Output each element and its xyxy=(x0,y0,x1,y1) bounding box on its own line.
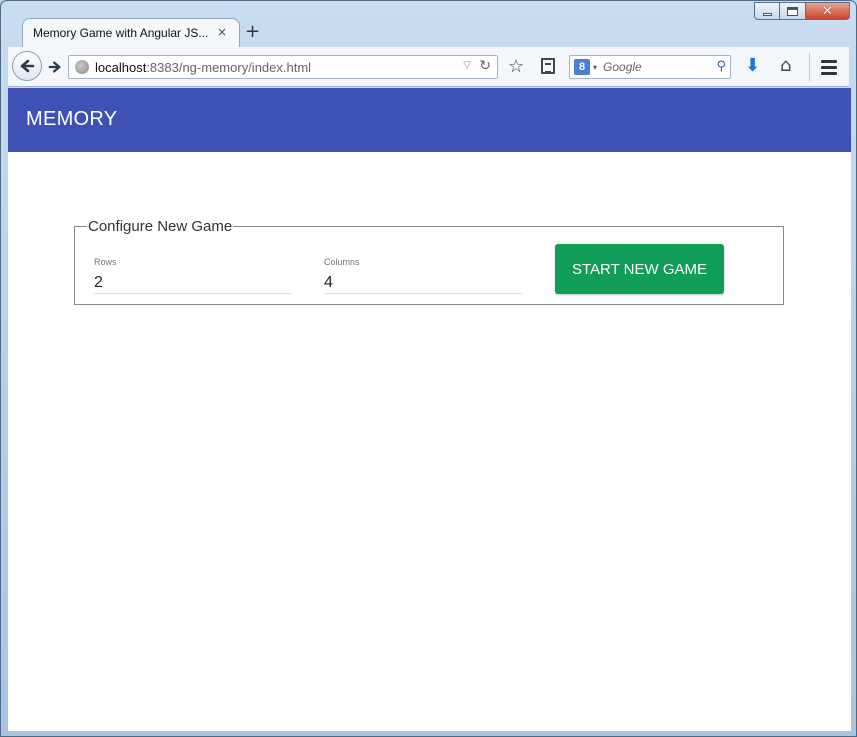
maximize-icon xyxy=(787,6,798,16)
tab-close-icon[interactable]: × xyxy=(217,25,227,39)
search-engine-dropdown-icon[interactable]: ▾ xyxy=(593,63,597,72)
columns-label: Columns xyxy=(324,257,360,267)
hamburger-menu-icon[interactable] xyxy=(821,60,837,78)
close-icon: ✕ xyxy=(822,3,833,19)
url-host: localhost xyxy=(95,59,147,75)
google-search-icon[interactable]: 8 xyxy=(574,59,590,75)
columns-input[interactable] xyxy=(324,270,522,294)
home-icon[interactable]: ⌂ xyxy=(780,55,791,76)
columns-field: Columns xyxy=(324,252,522,294)
tab-title: Memory Game with Angular JS... xyxy=(33,26,209,40)
app-title: MEMORY xyxy=(26,108,118,130)
new-tab-button[interactable]: + xyxy=(245,21,260,42)
url-path: :8383/ng-memory/index.html xyxy=(146,59,312,75)
panel-legend: Configure New Game xyxy=(88,218,233,235)
reading-list-icon[interactable] xyxy=(541,58,555,74)
bookmark-star-icon[interactable]: ☆ xyxy=(508,56,524,77)
search-placeholder: Google xyxy=(603,60,642,74)
tab-strip: Memory Game with Angular JS... × + xyxy=(8,18,849,47)
back-button[interactable] xyxy=(12,51,42,81)
configure-game-panel: Configure New Game Rows Columns START NE… xyxy=(74,218,784,305)
address-bar[interactable]: localhost:8383/ng-memory/index.html ▽ ↻ xyxy=(68,55,498,79)
back-arrow-icon xyxy=(20,59,35,73)
globe-icon xyxy=(75,60,89,74)
navigation-toolbar: localhost:8383/ng-memory/index.html ▽ ↻ … xyxy=(8,47,849,87)
tab-memory-game[interactable]: Memory Game with Angular JS... × xyxy=(22,18,240,47)
rows-field: Rows xyxy=(94,252,292,294)
download-arrow-icon[interactable]: ⬇ xyxy=(745,55,760,76)
forward-arrow-icon xyxy=(48,61,61,73)
magnifier-icon[interactable]: ⚲ xyxy=(716,59,726,74)
search-box[interactable]: 8 ▾ Google ⚲ xyxy=(569,55,731,79)
page-viewport: MEMORY Configure New Game Rows Columns S… xyxy=(8,88,851,731)
toolbar-divider xyxy=(809,53,810,81)
forward-button[interactable] xyxy=(44,56,66,78)
rows-label: Rows xyxy=(94,257,117,267)
app-toolbar: MEMORY xyxy=(8,88,851,152)
start-new-game-button[interactable]: START NEW GAME xyxy=(555,244,724,294)
rows-input[interactable] xyxy=(94,270,292,294)
history-dropdown-icon[interactable]: ▽ xyxy=(463,60,471,71)
minimize-icon xyxy=(762,12,772,16)
reload-icon[interactable]: ↻ xyxy=(479,58,491,74)
browser-window: ✕ Memory Game with Angular JS... × + loc… xyxy=(0,0,857,737)
